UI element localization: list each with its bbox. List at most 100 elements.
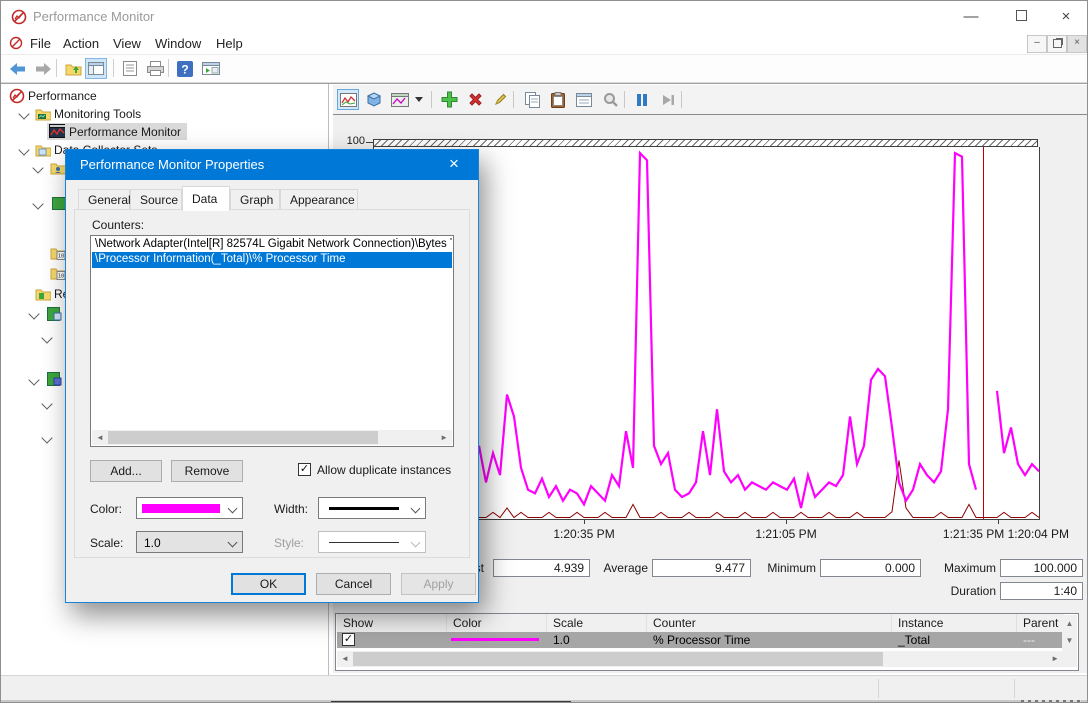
chevron-down-icon[interactable] <box>41 432 52 443</box>
folder-user-icon <box>50 160 66 176</box>
delete-x-icon <box>468 92 483 107</box>
legend-row-show[interactable]: ✓ <box>337 632 447 648</box>
child-minimize-button[interactable]: – <box>1027 35 1047 53</box>
freeze-display-button[interactable] <box>631 89 653 110</box>
menu-file[interactable]: File <box>26 35 55 52</box>
legend-row-parent[interactable]: --- <box>1017 632 1063 648</box>
line-chart-icon <box>340 93 357 107</box>
view-current-activity-button[interactable] <box>337 89 359 110</box>
counter-color-line <box>451 638 539 641</box>
style-combobox[interactable] <box>318 531 426 553</box>
help-button[interactable]: ? <box>174 58 196 79</box>
counter-item-processor[interactable]: \Processor Information(_Total)\% Process… <box>92 252 452 268</box>
scroll-thumb[interactable] <box>353 652 883 666</box>
tab-graph[interactable]: Graph <box>230 189 280 210</box>
add-button[interactable]: Add... <box>90 460 162 482</box>
chevron-down-icon <box>228 504 238 514</box>
folder-up-button[interactable] <box>62 58 84 79</box>
legend-vscrollbar[interactable]: ▲ ▼ <box>1062 615 1077 667</box>
width-combobox[interactable] <box>318 497 426 519</box>
menu-help[interactable]: Help <box>212 35 247 52</box>
tab-data[interactable]: Data <box>182 186 230 211</box>
legend-header-color[interactable]: Color <box>447 614 547 632</box>
properties-button[interactable] <box>573 89 595 110</box>
add-counter-button[interactable] <box>438 89 460 110</box>
dialog-close-button[interactable]: × <box>434 150 474 180</box>
scroll-left-icon[interactable]: ◄ <box>96 430 104 446</box>
menu-view[interactable]: View <box>109 35 145 52</box>
scroll-right-icon[interactable]: ► <box>440 430 448 446</box>
maximize-button[interactable] <box>998 1 1044 33</box>
allow-duplicates-checkbox[interactable]: ✓ <box>298 463 311 476</box>
legend-header-counter[interactable]: Counter <box>647 614 892 632</box>
caret-down-icon <box>415 97 423 102</box>
legend-row-color[interactable] <box>447 632 547 648</box>
graph-type-dropdown[interactable] <box>413 89 425 110</box>
forward-button[interactable] <box>32 58 54 79</box>
remove-button[interactable]: Remove <box>171 460 243 482</box>
show-checkbox[interactable]: ✓ <box>342 633 355 646</box>
show-console-tree-button[interactable] <box>85 58 107 79</box>
scroll-thumb[interactable] <box>108 431 378 444</box>
apply-button[interactable]: Apply <box>401 573 476 595</box>
highlight-button[interactable] <box>489 89 511 110</box>
new-window-button[interactable] <box>200 58 222 79</box>
legend-hscrollbar[interactable]: ◄ ► <box>337 651 1063 667</box>
tree-item-performance-monitor[interactable]: Performance Monitor <box>69 125 181 142</box>
change-graph-type-button[interactable] <box>389 89 411 110</box>
folder-up-icon <box>65 61 82 76</box>
print-button[interactable] <box>144 58 166 79</box>
menu-window[interactable]: Window <box>151 35 205 52</box>
minimize-button[interactable]: — <box>948 1 994 33</box>
zoom-button[interactable] <box>599 89 621 110</box>
tab-source[interactable]: Source <box>130 189 182 210</box>
legend-row-counter[interactable]: % Processor Time <box>647 632 892 648</box>
chevron-down-icon[interactable] <box>41 398 52 409</box>
chevron-down-icon <box>411 504 421 514</box>
legend-header-show[interactable]: Show <box>337 614 447 632</box>
chevron-down-icon <box>228 538 238 548</box>
legend-header-scale[interactable]: Scale <box>547 614 647 632</box>
legend-row-instance[interactable]: _Total <box>892 632 1017 648</box>
cancel-button[interactable]: Cancel <box>316 573 391 595</box>
counters-hscrollbar[interactable]: ◄ ► <box>92 430 452 445</box>
dialog-title: Performance Monitor Properties <box>80 157 264 172</box>
scroll-down-icon[interactable]: ▼ <box>1062 628 1077 645</box>
ok-button[interactable]: OK <box>231 573 306 595</box>
tree-item-performance[interactable]: Performance <box>28 89 97 106</box>
copy-properties-button[interactable] <box>521 89 543 110</box>
child-close-button[interactable]: × <box>1067 35 1087 53</box>
counters-list[interactable]: \Network Adapter(Intel[R] 82574L Gigabit… <box>90 235 454 447</box>
scroll-up-icon[interactable]: ▲ <box>1062 615 1077 628</box>
chevron-down-icon[interactable] <box>32 162 43 173</box>
legend-header-parent[interactable]: Parent <box>1017 614 1063 632</box>
back-button[interactable] <box>7 58 29 79</box>
chevron-down-icon[interactable] <box>32 198 43 209</box>
color-combobox[interactable] <box>136 497 243 519</box>
chevron-down-icon[interactable] <box>18 108 29 119</box>
chevron-down-icon[interactable] <box>28 308 39 319</box>
legend-row-scale[interactable]: 1.0 <box>547 632 647 648</box>
close-button[interactable]: × <box>1043 1 1088 33</box>
scroll-right-icon[interactable]: ► <box>1051 651 1059 667</box>
delete-counter-button[interactable] <box>464 89 486 110</box>
counter-item-network[interactable]: \Network Adapter(Intel[R] 82574L Gigabit… <box>92 237 452 253</box>
update-data-button[interactable] <box>657 89 679 110</box>
dialog-titlebar[interactable]: Performance Monitor Properties × <box>66 150 478 180</box>
paste-counter-list-button[interactable] <box>547 89 569 110</box>
chevron-down-icon[interactable] <box>18 144 29 155</box>
tab-appearance[interactable]: Appearance <box>280 189 358 210</box>
tree-item-monitoring-tools[interactable]: Monitoring Tools <box>54 107 141 124</box>
view-log-data-button[interactable] <box>363 89 385 110</box>
legend-header-instance[interactable]: Instance <box>892 614 1017 632</box>
child-restore-button[interactable] <box>1047 35 1067 53</box>
chevron-down-icon[interactable] <box>41 332 52 343</box>
scale-combobox[interactable]: 1.0 <box>136 531 243 553</box>
scroll-left-icon[interactable]: ◄ <box>341 651 349 667</box>
export-list-button[interactable] <box>119 58 141 79</box>
menu-action[interactable]: Action <box>59 35 103 52</box>
status-bar <box>1 675 1088 701</box>
folder-reports-icon <box>35 286 51 302</box>
chevron-down-icon[interactable] <box>28 374 39 385</box>
tab-general[interactable]: General <box>78 189 130 210</box>
